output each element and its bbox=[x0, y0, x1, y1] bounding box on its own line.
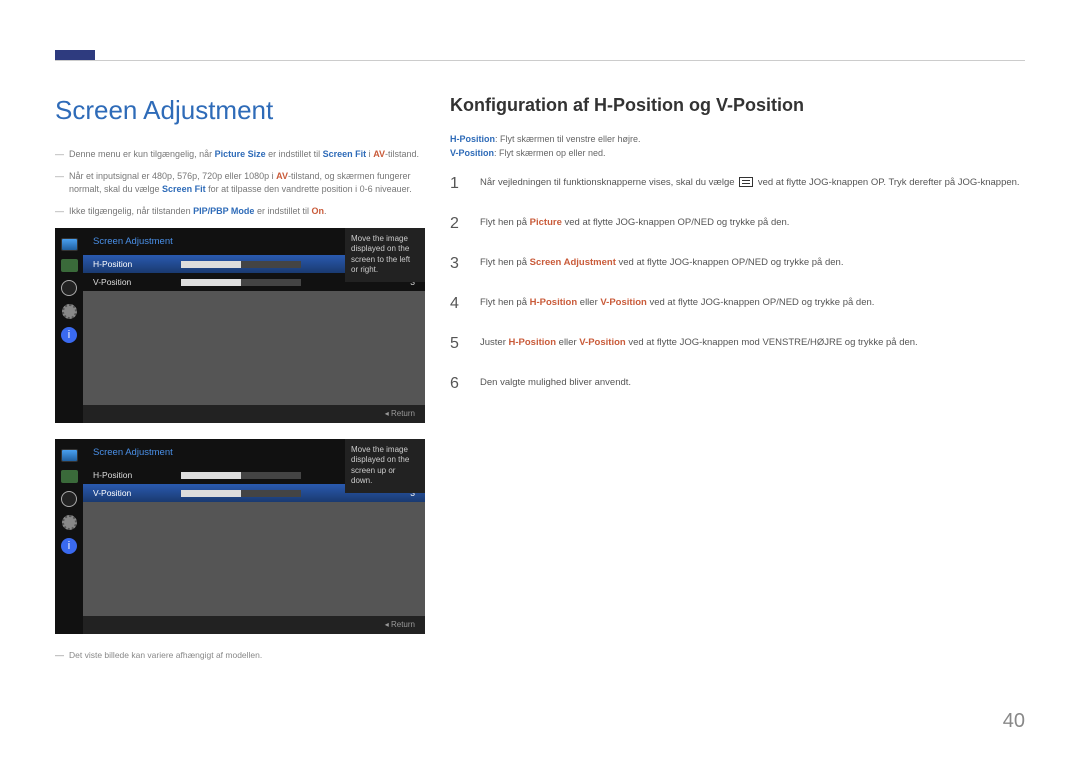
slider-track bbox=[181, 490, 301, 497]
step-number: 2 bbox=[450, 212, 466, 236]
field-description: V-Position: Flyt skærmen op eller ned. bbox=[450, 148, 1025, 158]
slider-track bbox=[181, 279, 301, 286]
slider-track bbox=[181, 261, 301, 268]
ring-icon bbox=[61, 280, 77, 296]
info-icon: i bbox=[61, 327, 77, 343]
right-column: Konfiguration af H-Position og V-Positio… bbox=[450, 95, 1025, 412]
section-heading: Screen Adjustment bbox=[55, 95, 425, 126]
ring-icon bbox=[61, 491, 77, 507]
step-text: Flyt hen på Screen Adjustment ved at fly… bbox=[480, 252, 843, 276]
step-item: 2 Flyt hen på Picture ved at flytte JOG-k… bbox=[450, 212, 1025, 236]
left-column: Screen Adjustment Denne menu er kun tilg… bbox=[55, 95, 425, 660]
step-text: Flyt hen på Picture ved at flytte JOG-kn… bbox=[480, 212, 789, 236]
step-item: 1 Når vejledningen til funktionsknapperne… bbox=[450, 172, 1025, 196]
field-description: H-Position: Flyt skærmen til venstre ell… bbox=[450, 134, 1025, 144]
step-item: 4 Flyt hen på H-Position eller V-Position… bbox=[450, 292, 1025, 316]
osd-screenshot-1: i Screen Adjustment H-Position3V-Positio… bbox=[55, 228, 425, 423]
monitor-icon bbox=[61, 238, 78, 251]
picture-icon bbox=[61, 470, 78, 483]
header-accent bbox=[55, 50, 95, 60]
note-item: Når et inputsignal er 480p, 576p, 720p e… bbox=[55, 170, 425, 197]
monitor-icon bbox=[61, 449, 78, 462]
slider-fill bbox=[181, 490, 241, 497]
osd-row-label: H-Position bbox=[93, 259, 173, 269]
note-item: Ikke tilgængelig, når tilstanden PIP/PBP… bbox=[55, 205, 425, 219]
footnote: Det viste billede kan variere afhængigt … bbox=[55, 650, 425, 660]
osd-row-label: H-Position bbox=[93, 470, 173, 480]
menu-icon bbox=[739, 177, 753, 187]
note-list: Denne menu er kun tilgængelig, når Pictu… bbox=[55, 148, 425, 218]
step-number: 5 bbox=[450, 332, 466, 356]
step-item: 6 Den valgte mulighed bliver anvendt. bbox=[450, 372, 1025, 396]
step-text: Når vejledningen til funktionsknapperne … bbox=[480, 172, 1020, 196]
subsection-heading: Konfiguration af H-Position og V-Positio… bbox=[450, 95, 1025, 116]
osd-return: Return bbox=[83, 616, 425, 634]
slider-fill bbox=[181, 261, 241, 268]
step-number: 1 bbox=[450, 172, 466, 196]
gear-icon bbox=[62, 515, 77, 530]
step-text: Flyt hen på H-Position eller V-Position … bbox=[480, 292, 874, 316]
info-icon: i bbox=[61, 538, 77, 554]
step-item: 5 Juster H-Position eller V-Position ved … bbox=[450, 332, 1025, 356]
page-number: 40 bbox=[1003, 710, 1025, 733]
slider-track bbox=[181, 472, 301, 479]
osd-help: Move the image displayed on the screen u… bbox=[345, 439, 425, 493]
step-list: 1 Når vejledningen til funktionsknapperne… bbox=[450, 172, 1025, 396]
osd-row-label: V-Position bbox=[93, 488, 173, 498]
step-item: 3 Flyt hen på Screen Adjustment ved at fl… bbox=[450, 252, 1025, 276]
gear-icon bbox=[62, 304, 77, 319]
slider-fill bbox=[181, 279, 241, 286]
note-item: Denne menu er kun tilgængelig, når Pictu… bbox=[55, 148, 425, 162]
osd-return: Return bbox=[83, 405, 425, 423]
step-text: Juster H-Position eller V-Position ved a… bbox=[480, 332, 918, 356]
osd-help: Move the image displayed on the screen t… bbox=[345, 228, 425, 282]
picture-icon bbox=[61, 259, 78, 272]
osd-sidebar: i bbox=[55, 439, 83, 634]
osd-screenshot-2: i Screen Adjustment H-Position3V-Positio… bbox=[55, 439, 425, 634]
step-text: Den valgte mulighed bliver anvendt. bbox=[480, 372, 631, 396]
osd-row-label: V-Position bbox=[93, 277, 173, 287]
step-number: 3 bbox=[450, 252, 466, 276]
slider-fill bbox=[181, 472, 241, 479]
header-rule bbox=[55, 60, 1025, 61]
step-number: 4 bbox=[450, 292, 466, 316]
step-number: 6 bbox=[450, 372, 466, 396]
osd-sidebar: i bbox=[55, 228, 83, 423]
